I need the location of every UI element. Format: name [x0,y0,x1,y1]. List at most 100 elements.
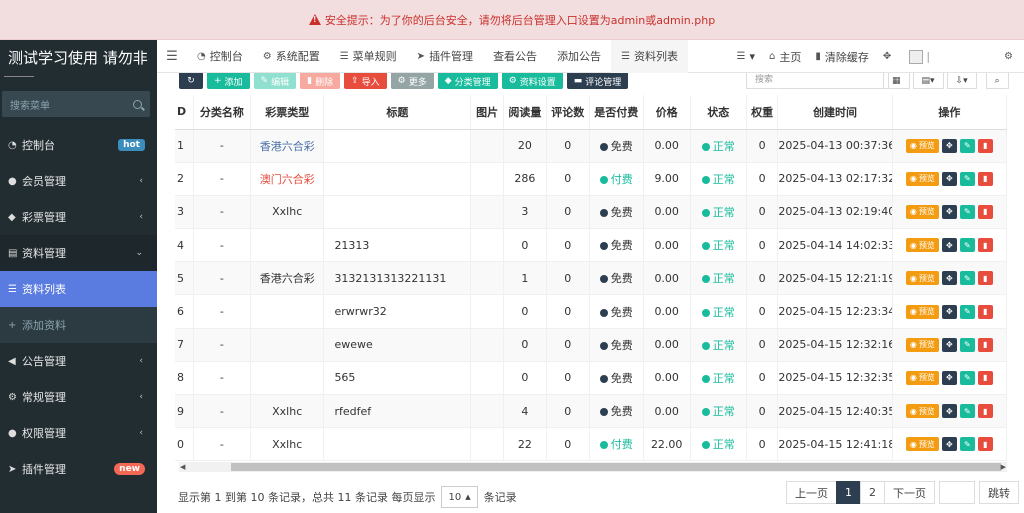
export-button[interactable]: ⇩▾ [946,73,977,89]
row-delete-button[interactable]: ▮ [977,138,993,153]
sidebar-item-add-data[interactable]: + 添加资料 [0,307,157,343]
import-button[interactable]: ⇪ 导入 [344,73,387,89]
page-size-select[interactable]: 10 ▲ [441,486,478,508]
sidebar-item-permissions[interactable]: ● 权限管理 ‹ [0,415,157,451]
column-header[interactable]: D [175,95,194,130]
page-jump-button[interactable]: 跳转 [979,481,1019,504]
avatar[interactable]: | [902,40,937,73]
row-delete-button[interactable]: ▮ [977,370,993,385]
tab-view-notices[interactable]: 查看公告 [483,40,547,73]
row-edit-button[interactable]: ✎ [959,238,975,253]
sidebar-item-members[interactable]: ● 会员管理 ‹ [0,163,157,199]
sidebar-item-dashboard[interactable]: ◔ 控制台 hot [0,127,157,163]
add-button[interactable]: + 添加 [207,73,250,89]
row-delete-button[interactable]: ▮ [977,238,993,253]
column-header[interactable]: 图片 [470,95,504,130]
table-row[interactable]: 6- erwrwr32 0 0 免费 0.00 正常 0 2025-04-15 12:23:34… [175,294,1008,329]
sidebar-item-general[interactable]: ⚙ 常规管理 ‹ [0,379,157,415]
refresh-button[interactable]: ↻ [179,73,203,89]
table-row[interactable]: 5- 香港六合彩 3132131313221131 1 0 免费 0.00 正常 0 2025-0… [175,261,1008,296]
drag-sort-button[interactable]: ✥ [941,238,957,253]
fullscreen-button[interactable]: ✥ [876,40,902,73]
column-header[interactable]: 价格 [643,95,691,130]
drag-sort-button[interactable]: ✥ [941,437,957,452]
drag-sort-button[interactable]: ✥ [941,337,957,352]
table-row[interactable]: 9- Xxlhc rfedfef 4 0 免费 0.00 正常 0 2025-04-15 12:4… [175,394,1008,429]
sidebar-item-plugins[interactable]: ➤ 插件管理 new [0,451,157,487]
common-search-button[interactable]: ⌕ [985,73,1009,89]
table-row[interactable]: 8-565 0 0 免费 0.00 正常 0 2025-04-15 12:32:35 ◉ 预览 ✥ ✎… [175,361,1008,396]
tab-add-notice[interactable]: 添加公告 [547,40,611,73]
column-header[interactable]: 操作 [892,95,1008,130]
menu-search[interactable]: 搜索菜单 [2,91,150,117]
drag-sort-button[interactable]: ✥ [941,171,957,186]
table-row[interactable]: 7- ewewe 0 0 免费 0.00 正常 0 2025-04-15 12:32:16 ◉ 预览… [175,328,1008,362]
row-edit-button[interactable]: ✎ [959,337,975,352]
edit-button[interactable]: ✎ 编辑 [253,73,297,89]
row-edit-button[interactable]: ✎ [959,437,975,452]
sidebar-item-lottery[interactable]: ◆ 彩票管理 ‹ [0,199,157,235]
horizontal-scrollbar[interactable]: ◀ ▶ [179,462,1007,472]
preview-button[interactable]: ◉ 预览 [905,370,939,385]
tab-data-list[interactable]: ☰ 资料列表 [611,39,689,73]
menu-toggle-icon[interactable]: ☰ [157,49,187,64]
comment-management-button[interactable]: ▬ 评论管理 [566,73,629,89]
tab-plugins[interactable]: ➤ 插件管理 [407,40,483,73]
row-delete-button[interactable]: ▮ [977,171,993,186]
drag-sort-button[interactable]: ✥ [941,404,957,419]
column-header[interactable]: 是否付费 [589,95,644,130]
more-button[interactable]: ⚙ 更多 [390,73,434,89]
drag-sort-button[interactable]: ✥ [941,204,957,219]
clear-cache-button[interactable]: ▮ 清除缓存 [808,40,876,73]
row-delete-button[interactable]: ▮ [977,437,993,452]
columns-button[interactable]: ▤▾ [912,73,944,89]
table-row[interactable]: 1- 香港六合彩 20 0 免费 0.00 正常 0 2025-04-13 00:37:36 ◉ 预… [175,129,1008,163]
sidebar-item-data[interactable]: ▤ 资料管理 ⌄ [0,235,157,271]
row-edit-button[interactable]: ✎ [959,271,975,286]
column-header[interactable]: 分类名称 [193,95,251,130]
preview-button[interactable]: ◉ 预览 [905,304,939,319]
preview-button[interactable]: ◉ 预览 [905,138,939,153]
data-settings-button[interactable]: ⚙ 资料设置 [501,73,563,89]
search-icon[interactable] [133,99,142,109]
preview-button[interactable]: ◉ 预览 [905,437,939,452]
delete-button[interactable]: ▮ 删除 [300,73,341,89]
category-button[interactable]: ◆ 分类管理 [437,73,498,89]
row-edit-button[interactable]: ✎ [959,370,975,385]
row-edit-button[interactable]: ✎ [959,204,975,219]
table-row[interactable]: 0- Xxlhc 22 0 付费 22.00 正常 0 2025-04-15 12:41:18 ◉… [175,427,1008,462]
row-delete-button[interactable]: ▮ [977,204,993,219]
sidebar-item-notices[interactable]: ◀ 公告管理 ‹ [0,343,157,379]
column-header[interactable]: 评论数 [546,95,590,130]
tab-dashboard[interactable]: ◔ 控制台 [187,40,253,73]
page-2-button[interactable]: 2 [860,481,885,504]
drag-sort-button[interactable]: ✥ [941,271,957,286]
row-edit-button[interactable]: ✎ [959,304,975,319]
table-row[interactable]: 4-21313 0 0 免费 0.00 正常 0 2025-04-14 14:02:33 ◉ 预览… [175,228,1008,263]
home-link[interactable]: ⌂ 主页 [762,40,808,73]
column-header[interactable]: 彩票类型 [250,95,325,130]
column-header[interactable]: 标题 [323,95,472,130]
scrollbar-thumb[interactable] [231,463,1001,471]
table-search-input[interactable]: 搜索 [746,73,889,89]
row-edit-button[interactable]: ✎ [959,171,975,186]
toggle-view-button[interactable]: ▦ [883,73,910,89]
column-header[interactable]: 阅读量 [503,95,547,130]
prev-page-button[interactable]: 上一页 [786,481,837,504]
page-jump-input[interactable] [939,481,975,504]
drag-sort-button[interactable]: ✥ [941,138,957,153]
drag-sort-button[interactable]: ✥ [941,370,957,385]
next-page-button[interactable]: 下一页 [884,481,935,504]
row-delete-button[interactable]: ▮ [977,271,993,286]
row-delete-button[interactable]: ▮ [977,337,993,352]
preview-button[interactable]: ◉ 预览 [905,271,939,286]
row-edit-button[interactable]: ✎ [959,138,975,153]
brand-title[interactable]: 测试学习使用 请勿非 [0,40,157,76]
preview-button[interactable]: ◉ 预览 [905,238,939,253]
row-delete-button[interactable]: ▮ [977,404,993,419]
table-row[interactable]: 3- Xxlhc 3 0 免费 0.00 正常 0 2025-04-13 02:19:40 ◉ 预览… [175,195,1008,230]
preview-button[interactable]: ◉ 预览 [905,171,939,186]
tab-menu-rules[interactable]: ☰ 菜单规则 [330,40,407,73]
column-header[interactable]: 创建时间 [777,95,893,130]
settings-button[interactable]: ⚙ [997,40,1024,73]
